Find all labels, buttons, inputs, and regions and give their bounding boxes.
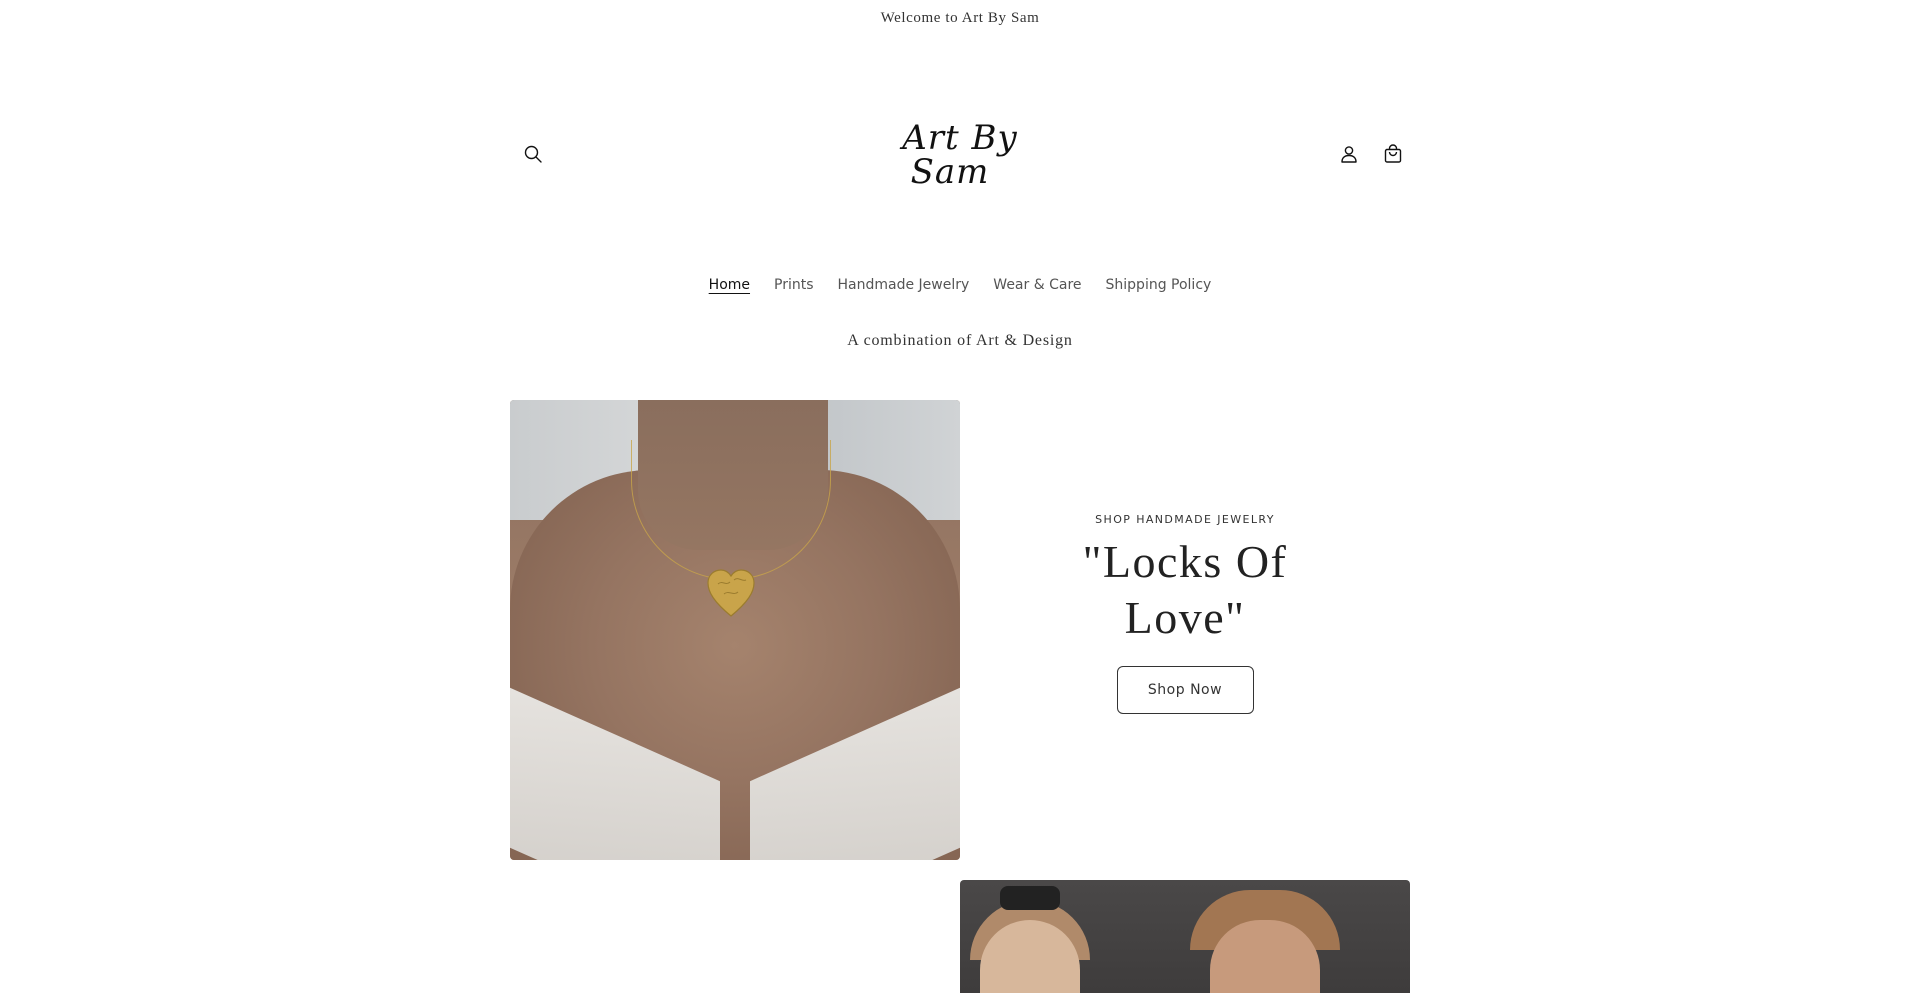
nav-item-home[interactable]: Home bbox=[709, 277, 750, 293]
search-button[interactable] bbox=[518, 139, 548, 169]
logo-line-2: Sam bbox=[910, 152, 990, 192]
site-logo[interactable]: Art By Sam bbox=[880, 110, 1040, 200]
shop-now-button[interactable]: Shop Now bbox=[1116, 665, 1254, 714]
search-icon bbox=[524, 145, 542, 163]
main-navigation: Home Prints Handmade Jewelry Wear & Care… bbox=[0, 272, 1920, 298]
print-artwork-image bbox=[960, 880, 1410, 993]
nav-item-shipping-policy[interactable]: Shipping Policy bbox=[1106, 277, 1212, 293]
user-icon bbox=[1341, 146, 1357, 163]
cart-button[interactable] bbox=[1378, 139, 1408, 169]
nav-item-handmade-jewelry[interactable]: Handmade Jewelry bbox=[838, 277, 970, 293]
announcement-text: Welcome to Art By Sam bbox=[880, 9, 1040, 26]
hero-image-necklace bbox=[510, 400, 960, 860]
nav-item-prints[interactable]: Prints bbox=[774, 277, 814, 293]
logo-line-1: Art By bbox=[902, 118, 1018, 158]
tagline: A combination of Art & Design bbox=[847, 332, 1073, 349]
hero-eyebrow: SHOP HANDMADE JEWELRY bbox=[1095, 512, 1275, 526]
nav-item-wear-care[interactable]: Wear & Care bbox=[993, 277, 1081, 293]
site-header: Art By Sam bbox=[510, 100, 1410, 210]
hero-text-block: SHOP HANDMADE JEWELRY "Locks Of Love" Sh… bbox=[960, 400, 1410, 860]
artwork-bow bbox=[1000, 886, 1060, 910]
account-button[interactable] bbox=[1334, 139, 1364, 169]
shopping-bag-icon bbox=[1384, 144, 1402, 163]
heart-locket-pendant bbox=[707, 569, 755, 617]
hero-title: "Locks Of Love" bbox=[1082, 535, 1288, 643]
announcement-bar: Welcome to Art By Sam bbox=[0, 0, 1920, 36]
